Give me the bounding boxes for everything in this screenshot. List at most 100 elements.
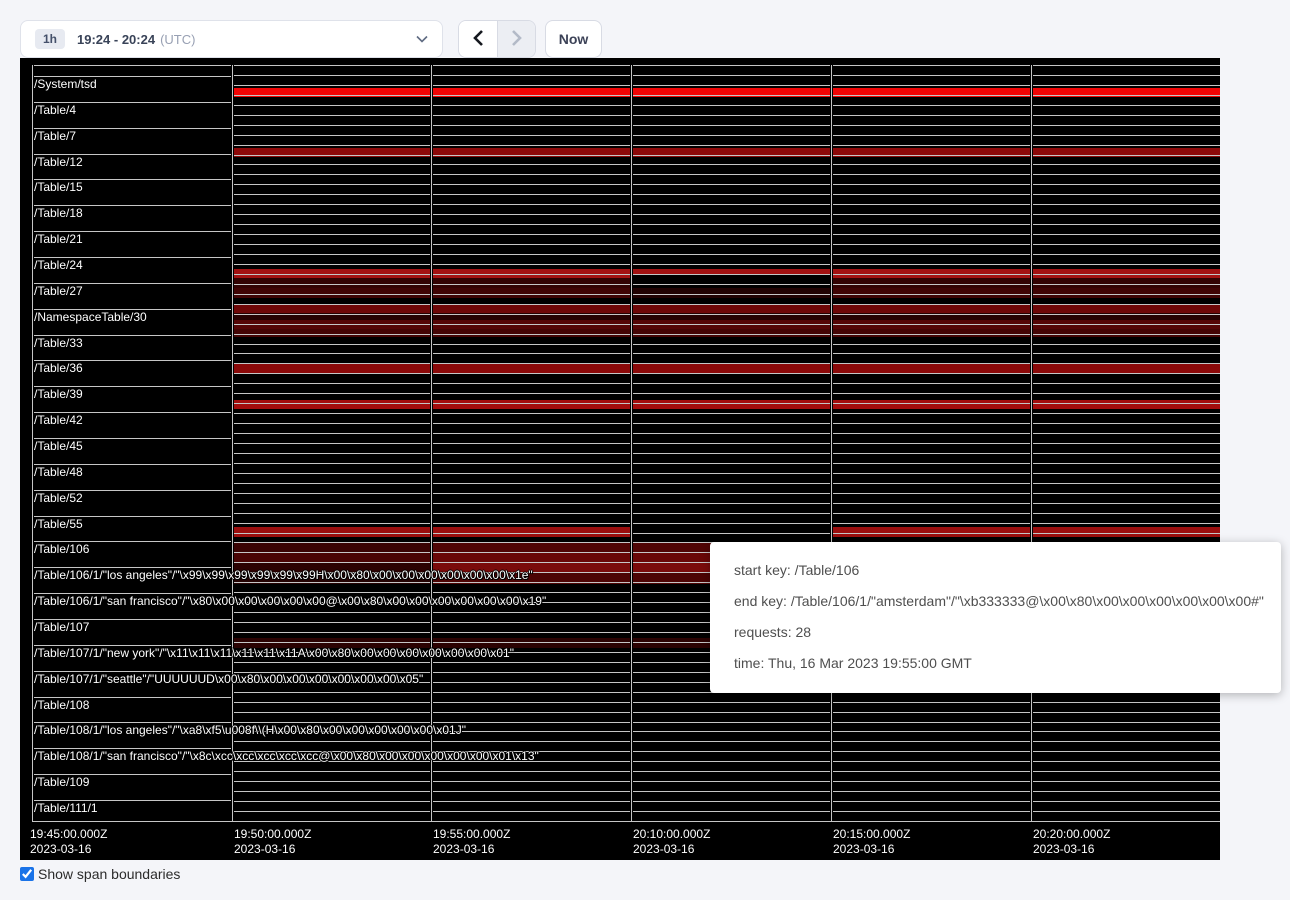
span-boundary-line [232, 533, 1220, 534]
span-boundary-line [232, 712, 1220, 713]
span-boundary-line [32, 821, 1220, 822]
span-boundary-line [232, 274, 1220, 275]
span-boundary-line [232, 164, 1220, 165]
span-boundary-line [232, 483, 1220, 484]
time-range-text: 19:24 - 20:24 [77, 32, 155, 47]
span-boundary-line [232, 771, 1220, 772]
span-boundary-line [232, 244, 1220, 245]
prev-window-button[interactable] [459, 21, 497, 57]
tooltip-end-key: end key: /Table/106/1/"amsterdam"/"\xb33… [734, 586, 1257, 617]
span-boundary-line [232, 135, 1220, 136]
span-boundary-line [232, 284, 1220, 285]
heat-band[interactable] [232, 364, 1220, 373]
row-label: /Table/48 [34, 466, 83, 479]
axis-tick-label: 19:55:00.000Z2023-03-16 [433, 827, 510, 857]
span-boundary-line [232, 115, 1220, 116]
row-label: /Table/106/1/"san francisco"/"\x80\x00\x… [34, 595, 546, 608]
chevron-right-icon [511, 29, 522, 50]
tooltip-time: time: Thu, 16 Mar 2023 19:55:00 GMT [734, 648, 1257, 679]
span-boundary-line [232, 383, 1220, 384]
span-boundary-line [232, 513, 1220, 514]
span-boundary-line [232, 453, 1220, 454]
bucket-tooltip: start key: /Table/106 end key: /Table/10… [710, 542, 1281, 693]
span-boundary-line [232, 801, 1220, 802]
axis-tick-label: 19:45:00.000Z2023-03-16 [30, 827, 107, 857]
span-boundary-line [232, 433, 1220, 434]
show-span-boundaries-row: Show span boundaries [20, 866, 180, 882]
row-label: /Table/33 [34, 337, 83, 350]
span-boundary-line [232, 95, 1220, 96]
span-boundary-line [232, 344, 1220, 345]
span-boundary-line [232, 204, 1220, 205]
row-label: /Table/111/1 [34, 802, 98, 815]
heat-band[interactable] [831, 288, 1220, 298]
axis-tick-label: 20:15:00.000Z2023-03-16 [833, 827, 910, 857]
span-boundary-line [232, 105, 1220, 106]
span-boundary-line [232, 75, 1220, 76]
row-label: /Table/39 [34, 388, 83, 401]
span-boundary-line [232, 304, 1220, 305]
span-boundary-line [232, 125, 1220, 126]
row-label: /Table/15 [34, 181, 83, 194]
row-label: /Table/108 [34, 699, 89, 712]
span-boundary-line [232, 234, 1220, 235]
span-boundary-line [232, 353, 1220, 354]
span-boundary-line [232, 523, 1220, 524]
span-boundary-line [232, 463, 1220, 464]
span-boundary-line [232, 85, 1220, 86]
chevron-left-icon [473, 29, 484, 50]
heat-band[interactable] [831, 527, 1220, 537]
axis-tick-label: 19:50:00.000Z2023-03-16 [234, 827, 311, 857]
span-boundary-line [232, 791, 1220, 792]
next-window-button[interactable] [497, 21, 535, 57]
column-boundary-line [32, 65, 33, 821]
span-boundary-line [232, 393, 1220, 394]
span-boundary-line [232, 363, 1220, 364]
span-boundary-line [232, 741, 1220, 742]
row-label: /Table/107/1/"new york"/"\x11\x11\x11\x1… [34, 647, 514, 660]
show-span-boundaries-label: Show span boundaries [38, 866, 180, 882]
span-boundary-line [232, 503, 1220, 504]
span-boundary-line [232, 413, 1220, 414]
span-boundary-line [232, 264, 1220, 265]
span-boundary-line [32, 65, 1220, 66]
row-label: /Table/45 [34, 440, 83, 453]
row-label: /Table/18 [34, 207, 83, 220]
row-label: /NamespaceTable/30 [34, 311, 147, 324]
row-label: /Table/106/1/"los angeles"/"\x99\x99\x99… [34, 569, 533, 582]
span-boundary-line [232, 403, 1220, 404]
heatmap-plot[interactable]: /System/tsd/Table/4/Table/7/Table/12/Tab… [20, 58, 1220, 822]
column-boundary-line [232, 65, 233, 821]
span-boundary-line [232, 224, 1220, 225]
column-boundary-line [431, 65, 432, 821]
heat-band[interactable] [831, 278, 1220, 288]
row-label: /Table/108/1/"los angeles"/"\xa8\xf5\u00… [34, 724, 466, 737]
duration-badge: 1h [35, 29, 65, 49]
row-label: /Table/12 [34, 156, 83, 169]
heat-band[interactable] [232, 400, 1220, 409]
span-boundary-line [232, 811, 1220, 812]
axis-tick-label: 20:10:00.000Z2023-03-16 [633, 827, 710, 857]
span-boundary-line [232, 294, 1220, 295]
heat-band[interactable] [631, 288, 831, 298]
now-button[interactable]: Now [545, 20, 602, 58]
span-boundary-line [232, 473, 1220, 474]
span-boundary-line [232, 194, 1220, 195]
row-label: /Table/27 [34, 285, 83, 298]
span-boundary-line [232, 314, 1220, 315]
span-boundary-line [232, 334, 1220, 335]
span-boundary-line [232, 493, 1220, 494]
row-label: /Table/42 [34, 414, 83, 427]
row-label: /Table/108/1/"san francisco"/"\x8c\xcc\x… [34, 750, 539, 763]
column-boundary-line [631, 65, 632, 821]
heat-band[interactable] [232, 329, 1220, 337]
span-boundary-line [232, 443, 1220, 444]
row-label: /Table/36 [34, 362, 83, 375]
heat-band[interactable] [232, 304, 1220, 313]
key-visualizer-chart: /System/tsd/Table/4/Table/7/Table/12/Tab… [20, 58, 1220, 860]
row-label: /Table/55 [34, 518, 83, 531]
time-window-nav [458, 20, 536, 58]
time-range-selector[interactable]: 1h 19:24 - 20:24 (UTC) [20, 20, 443, 58]
time-axis: 19:45:00.000Z2023-03-16 19:50:00.000Z2023… [20, 822, 1220, 860]
show-span-boundaries-checkbox[interactable] [20, 867, 34, 881]
